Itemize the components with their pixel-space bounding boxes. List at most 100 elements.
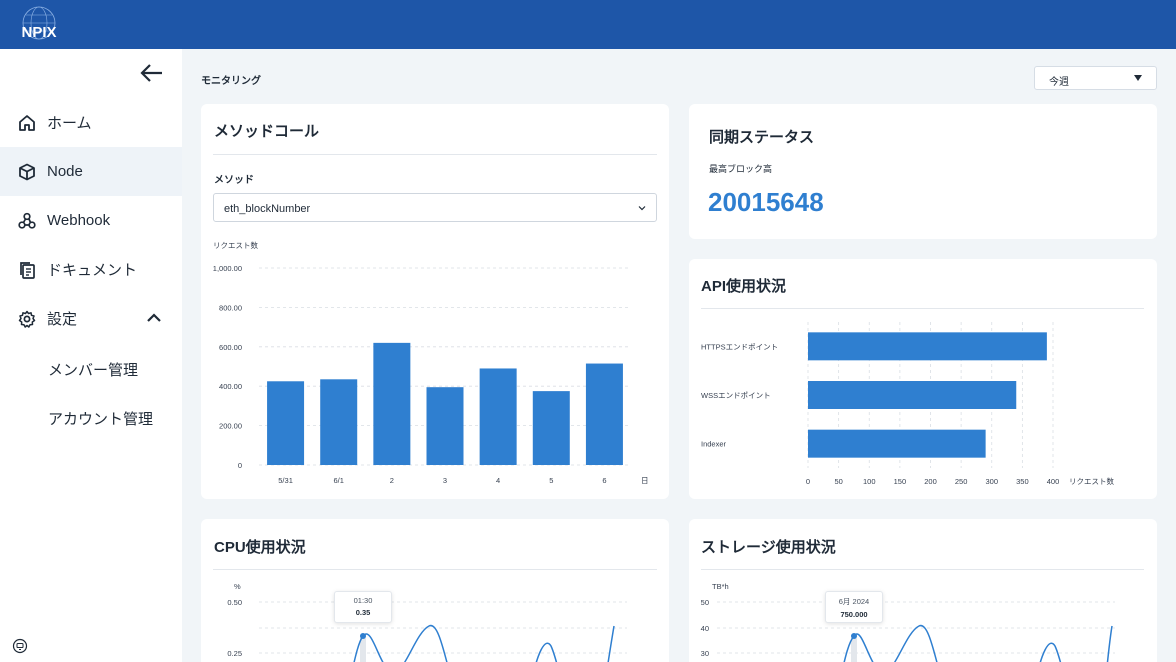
period-select[interactable]: 今週 [1034, 66, 1157, 90]
y-tick-label: 1,000.00 [213, 264, 242, 273]
sidebar-item-documents[interactable]: ドキュメント [0, 245, 182, 294]
bar [479, 368, 517, 465]
x-tick-label: 400 [1047, 477, 1060, 486]
y-tick-label: 0 [238, 461, 242, 470]
home-icon [19, 114, 35, 131]
x-tick-label: 300 [985, 477, 998, 486]
x-tick-label: 50 [834, 477, 842, 486]
highest-block-label: 最高ブロック高 [709, 164, 773, 174]
logo-text: NPIX [21, 24, 56, 41]
y-tick-label: 30 [701, 649, 709, 658]
cpu-line-chart: % 0.50 0.25 [227, 582, 627, 662]
sidebar-subitem-members[interactable]: メンバー管理 [48, 359, 138, 380]
method-select[interactable]: eth_blockNumber [213, 193, 657, 222]
highlight-point[interactable] [851, 633, 857, 639]
divider [701, 569, 1144, 570]
page-title: モニタリング [201, 76, 261, 87]
card-title: API使用状況 [701, 278, 787, 295]
y-axis-label: リクエスト数 [213, 240, 258, 250]
tooltip-label: 6月 2024 [838, 597, 870, 606]
bar [808, 429, 986, 458]
sidebar-item-label: 設定 [47, 311, 78, 328]
sidebar-item-label: Node [47, 163, 83, 180]
y-axis-unit: TB*h [712, 582, 729, 591]
bar [808, 332, 1047, 361]
card-title: CPU使用状況 [214, 539, 306, 556]
method-call-card: メソッドコール メソッド eth_blockNumber リクエスト数 日 1,… [201, 104, 669, 499]
y-axis-unit: % [234, 582, 241, 591]
x-tick-label: 4 [496, 476, 500, 485]
x-tick-label: 3 [443, 476, 447, 485]
method-select-value: eth_blockNumber [224, 203, 311, 215]
sidebar-item-home[interactable]: ホーム [0, 98, 182, 147]
storage-usage-card: ストレージ使用状況 TB*h 50 40 30 6月 2024 750.000 [689, 519, 1157, 662]
divider [701, 308, 1144, 309]
sync-status-card: 同期ステータス 最高ブロック高 20015648 [689, 104, 1157, 239]
y-tick-label: 0.25 [227, 649, 242, 658]
cpu-series-line [353, 625, 615, 662]
bar [585, 363, 623, 465]
x-tick-label: 5 [549, 476, 553, 485]
api-usage-bar-chart: リクエスト数 0 50 100 150 200 250 300 350 400 HTTPSエンドポ… [701, 322, 1114, 486]
y-tick-label: 40 [701, 624, 709, 633]
y-tick-label: 600.00 [219, 343, 242, 352]
y-category-label: WSSエンドポイント [701, 391, 771, 400]
x-axis-label: リクエスト数 [1069, 476, 1114, 486]
x-tick-label: 2 [390, 476, 394, 485]
divider [213, 569, 657, 570]
chevron-down-icon [638, 206, 646, 211]
npix-logo[interactable]: NPIX [14, 6, 64, 44]
sidebar-item-label: ドキュメント [47, 262, 138, 279]
sidebar-item-webhook[interactable]: Webhook [0, 196, 182, 245]
y-tick-label: 0.50 [227, 598, 242, 607]
bar [426, 387, 464, 465]
bar [808, 381, 1017, 409]
storage-tooltip: 6月 2024 750.000 [825, 591, 883, 623]
cube-icon [19, 163, 35, 180]
card-title: ストレージ使用状況 [701, 539, 836, 556]
storage-series-line [843, 625, 1113, 662]
y-tick-label: 50 [701, 598, 709, 607]
period-value: 今週 [1049, 77, 1069, 88]
chevron-up-icon[interactable] [146, 310, 162, 326]
cpu-tooltip: 01:30 0.35 [334, 591, 392, 623]
api-usage-card: API使用状況 リクエスト数 0 50 100 150 200 250 300 350 400 H… [689, 259, 1157, 499]
x-tick-label: 100 [863, 477, 876, 486]
cpu-usage-card: CPU使用状況 % 0.50 0.25 01:30 0.35 [201, 519, 669, 662]
card-title: メソッドコール [214, 123, 320, 140]
x-tick-label: 150 [894, 477, 907, 486]
y-tick-label: 200.00 [219, 422, 242, 431]
caret-down-icon [1134, 75, 1142, 81]
bar [267, 381, 305, 465]
storage-line-chart: TB*h 50 40 30 [701, 582, 1115, 662]
divider [213, 154, 657, 155]
sidebar-item-label: Webhook [47, 212, 111, 229]
bar [532, 391, 570, 465]
document-icon [20, 261, 35, 279]
x-tick-label: 0 [806, 477, 810, 486]
sidebar: ホーム Node Webhook ドキュメント 設定 メンバー管理 アカウント管… [0, 49, 182, 662]
x-tick-label: 5/31 [278, 476, 293, 485]
y-tick-label: 400.00 [219, 382, 242, 391]
sidebar-item-settings[interactable]: 設定 [0, 294, 182, 343]
tooltip-value: 0.35 [355, 608, 371, 617]
y-tick-label: 800.00 [219, 303, 242, 312]
gear-icon [18, 310, 36, 328]
method-label: メソッド [214, 175, 254, 186]
tooltip-label: 01:30 [353, 596, 373, 605]
card-title: 同期ステータス [709, 129, 815, 146]
sidebar-subitem-account[interactable]: アカウント管理 [48, 408, 153, 429]
y-category-label: HTTPSエンドポイント [701, 342, 778, 351]
x-axis-label: 日 [641, 476, 649, 485]
x-tick-label: 350 [1016, 477, 1029, 486]
highest-block-value: 20015648 [708, 187, 824, 217]
method-call-bar-chart: リクエスト数 日 1,000.00 800.00 600.00 400.00 200.0… [213, 240, 649, 485]
chat-icon[interactable] [12, 638, 28, 654]
webhook-icon [18, 212, 36, 229]
back-arrow-icon[interactable] [140, 63, 164, 83]
sidebar-item-node[interactable]: Node [0, 147, 182, 196]
highlight-point[interactable] [360, 633, 366, 639]
bar [373, 342, 411, 465]
sidebar-item-label: ホーム [47, 115, 92, 132]
bar [320, 379, 358, 465]
